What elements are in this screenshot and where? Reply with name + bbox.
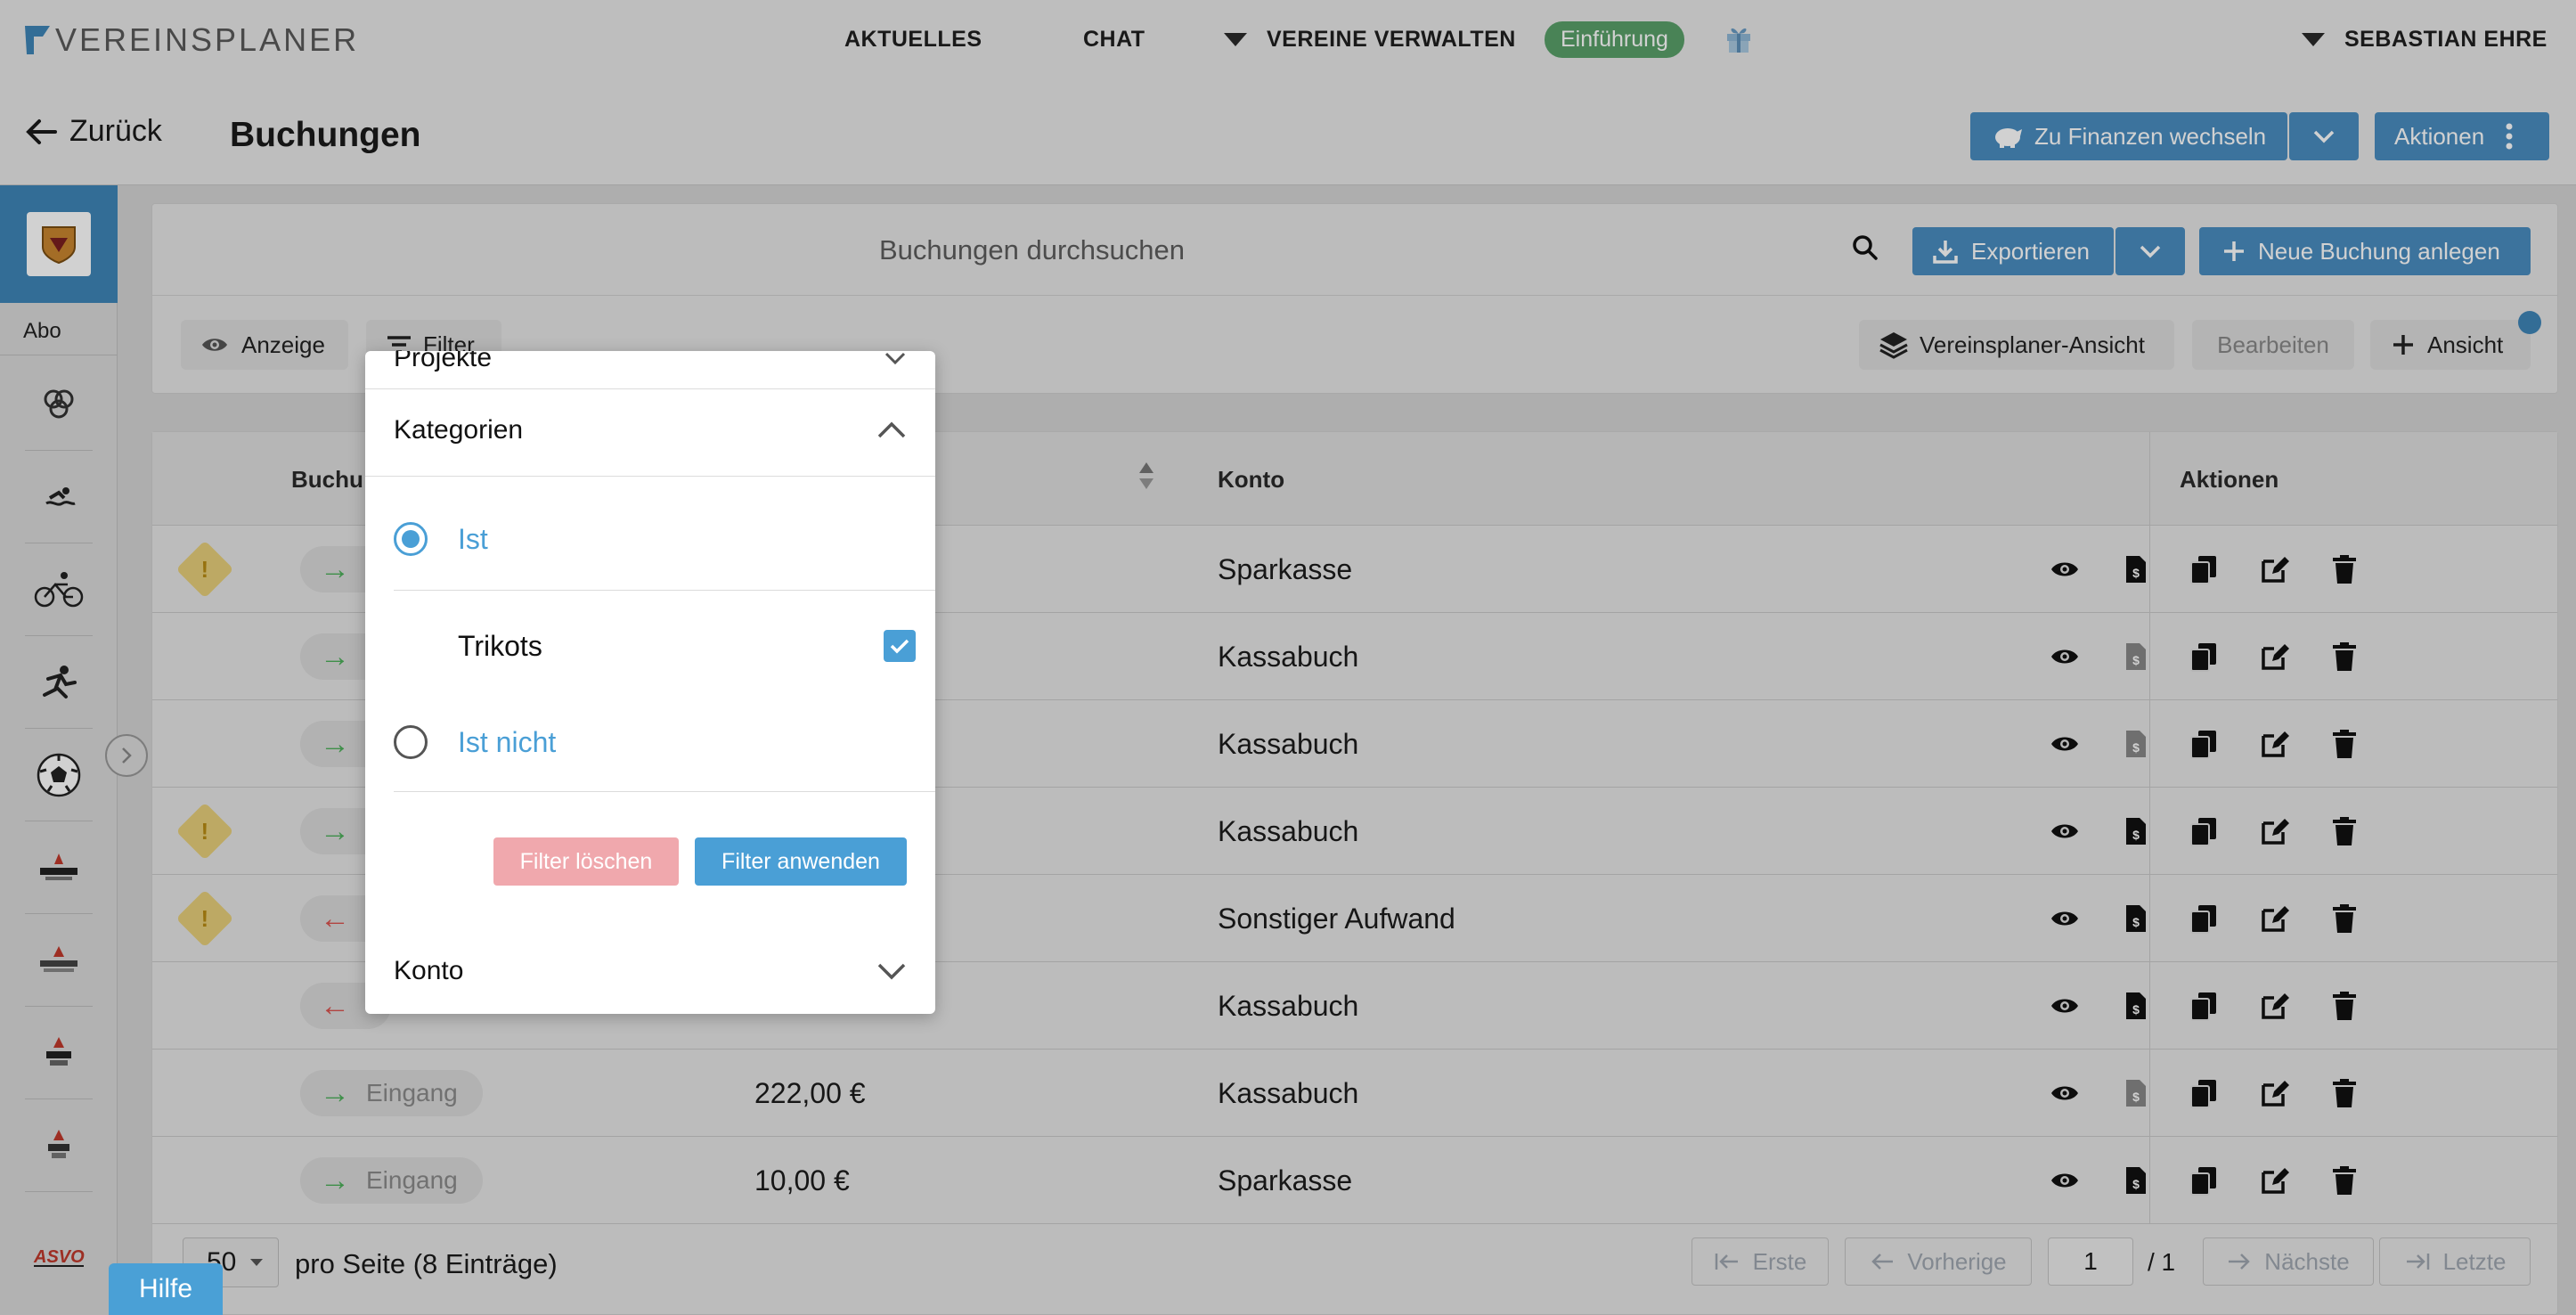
radio-ist[interactable]: Ist	[394, 522, 488, 556]
radio-ist-nicht-label: Ist nicht	[458, 725, 557, 758]
filter-section-konto[interactable]: Konto	[394, 946, 907, 996]
chevron-down-icon	[884, 352, 906, 365]
konto-label: Konto	[394, 956, 464, 985]
kategorien-label: Kategorien	[394, 415, 524, 445]
projekte-label: Projekte	[394, 351, 493, 372]
filter-section-kategorien[interactable]: Kategorien	[394, 404, 907, 456]
apply-filter-button[interactable]: Filter anwenden	[695, 837, 907, 886]
clear-filter-button[interactable]: Filter löschen	[493, 837, 679, 886]
chevron-up-icon	[877, 421, 906, 438]
trikots-label: Trikots	[458, 629, 542, 662]
radio-ist-label: Ist	[458, 522, 488, 555]
help-button[interactable]: Hilfe	[109, 1263, 223, 1315]
radio-ist-nicht-control[interactable]	[394, 725, 428, 759]
category-option-trikots[interactable]: Trikots	[458, 618, 916, 674]
radio-ist-nicht[interactable]: Ist nicht	[394, 725, 556, 759]
filter-popup: Projekte Kategorien Ist Trikots Ist nich…	[365, 351, 935, 1014]
trikots-checkbox[interactable]	[884, 630, 916, 662]
filter-section-projekte[interactable]: Projekte	[394, 351, 907, 383]
chevron-down-icon	[877, 963, 906, 980]
check-icon	[890, 639, 909, 654]
radio-ist-control[interactable]	[394, 522, 428, 556]
